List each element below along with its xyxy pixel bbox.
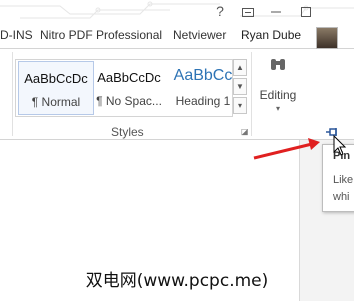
gallery-more-icon[interactable]: ▾ — [233, 97, 247, 114]
chevron-down-icon: ▾ — [275, 104, 280, 113]
help-button[interactable]: ? — [206, 0, 234, 24]
style-name: ¶ No Spac... — [96, 94, 162, 108]
style-sample: AaBbCcDc — [24, 71, 88, 86]
editing-button[interactable]: Editing ▾ — [254, 53, 302, 117]
tooltip-line: Like — [333, 174, 354, 186]
tooltip-line: whi — [333, 191, 350, 203]
title-bar: ? — [0, 0, 354, 24]
group-divider — [12, 52, 13, 136]
tab-netviewer[interactable]: Netviewer — [173, 28, 226, 42]
styles-gallery: AaBbCcDc ¶ Normal AaBbCcDc ¶ No Spac... … — [15, 59, 233, 117]
watermark-text: 双电网(www.pcpc.me) — [85, 271, 269, 291]
style-name: ¶ Normal — [31, 95, 81, 109]
tab-nitro-pdf[interactable]: Nitro PDF Professional — [40, 28, 162, 42]
style-name: Heading 1 — [175, 94, 231, 108]
tooltip-body: Like whi — [333, 172, 353, 206]
group-divider — [251, 52, 252, 136]
style-sample: AaBbCc — [173, 67, 233, 84]
annotation-arrow — [253, 138, 320, 160]
style-no-spacing[interactable]: AaBbCcDc ¶ No Spac... — [92, 61, 166, 113]
styles-group-label: Styles — [111, 125, 144, 139]
tab-add-ins[interactable]: D-INS — [0, 28, 33, 42]
style-heading-1[interactable]: AaBbCc Heading 1 — [166, 61, 240, 113]
binoculars-icon — [254, 55, 302, 80]
maximize-icon[interactable] — [292, 0, 320, 24]
style-sample: AaBbCcDc — [97, 70, 161, 85]
mouse-cursor-icon — [333, 135, 347, 156]
gallery-down-icon[interactable]: ▼ — [233, 78, 247, 95]
avatar[interactable] — [316, 27, 338, 49]
ribbon-tabs: D-INS Nitro PDF Professional Netviewer R… — [0, 24, 354, 49]
ribbon: AaBbCcDc ¶ Normal AaBbCcDc ¶ No Spac... … — [0, 49, 354, 140]
minimize-icon[interactable] — [262, 0, 290, 24]
dialog-launcher-icon[interactable]: ◪ — [241, 128, 249, 136]
style-normal[interactable]: AaBbCcDc ¶ Normal — [18, 61, 94, 115]
user-name[interactable]: Ryan Dube — [241, 28, 301, 42]
gallery-up-icon[interactable]: ▲ — [233, 59, 247, 76]
gallery-scroll: ▲ ▼ ▾ — [233, 59, 247, 115]
editing-label: Editing — [259, 88, 297, 102]
restore-icon[interactable] — [234, 0, 262, 24]
